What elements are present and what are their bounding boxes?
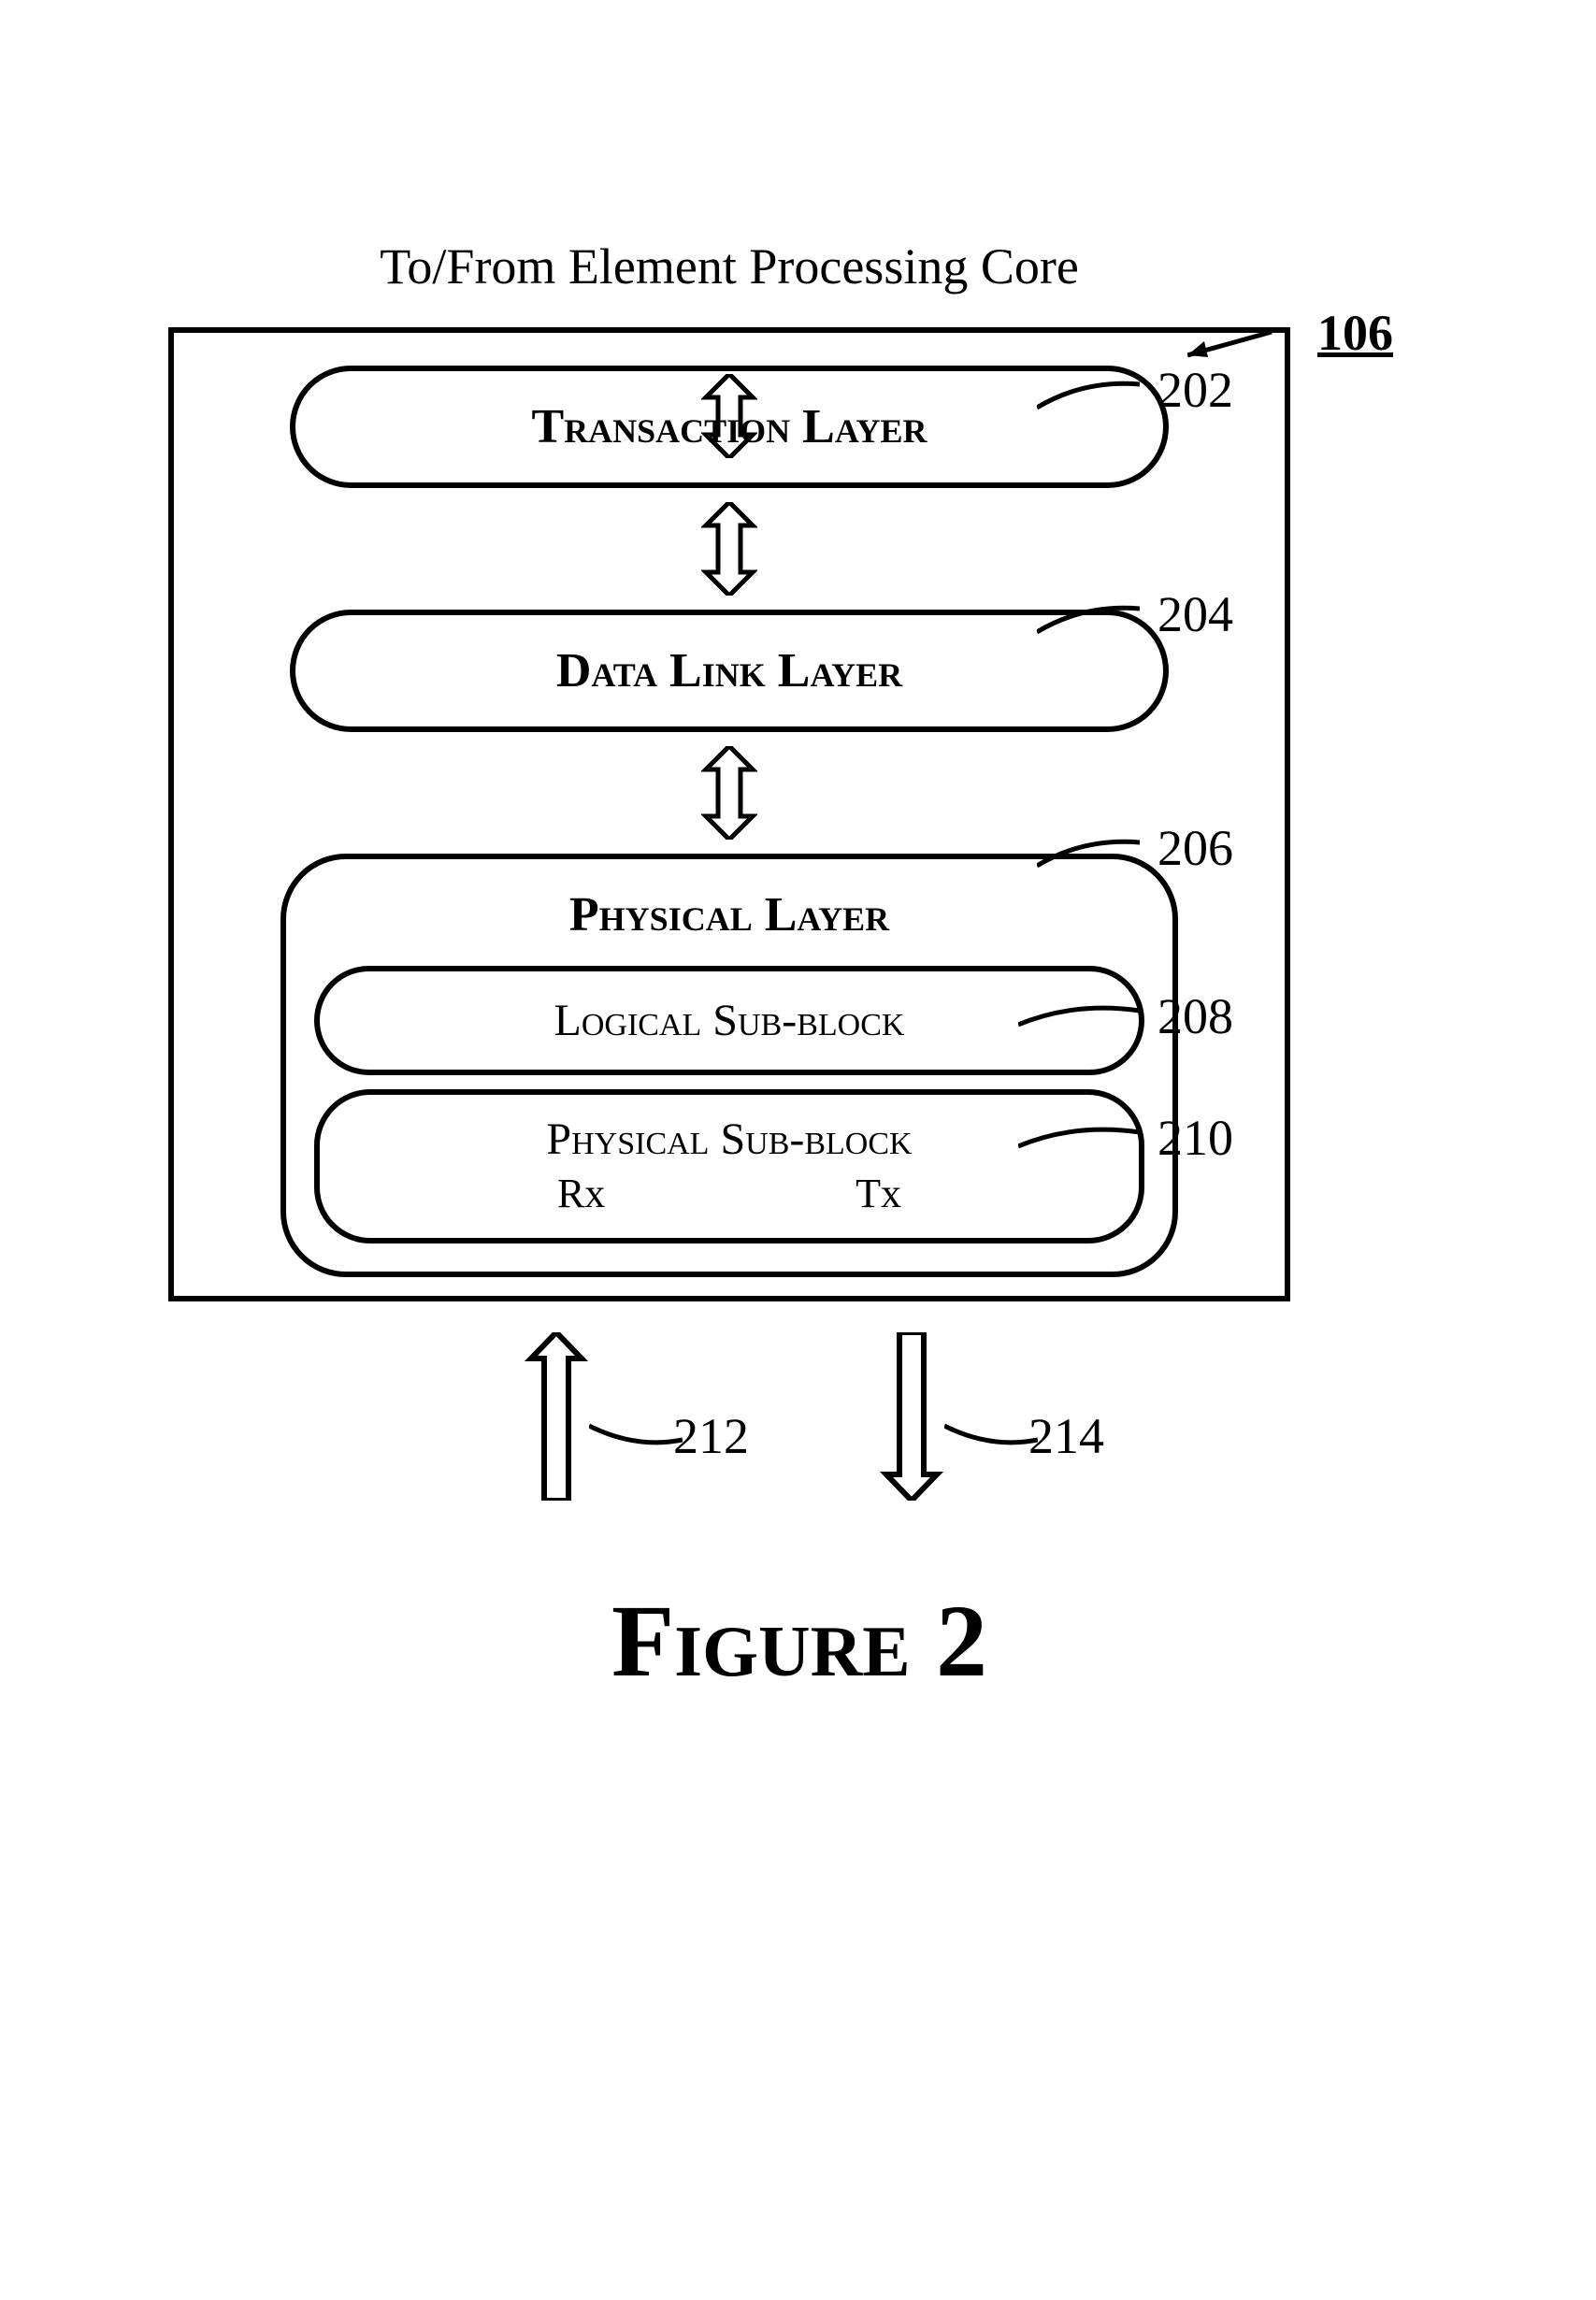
ref-208: 208	[1157, 987, 1233, 1045]
lead-210	[1018, 1118, 1140, 1156]
ref-214: 214	[1028, 1407, 1104, 1465]
physical-subblock-label: Physical Sub-block	[338, 1114, 1120, 1165]
arrow-trans-data	[701, 502, 757, 596]
logical-subblock-label: Logical Sub-block	[554, 996, 905, 1045]
ref-212: 212	[673, 1407, 749, 1465]
figure-caption: Figure 2	[168, 1582, 1431, 1701]
ref-202: 202	[1157, 361, 1233, 419]
physical-layer: Physical Layer Logical Sub-block Physica…	[280, 854, 1178, 1277]
lead-208	[1018, 997, 1140, 1034]
transaction-layer-label: Transaction Layer	[531, 400, 927, 453]
arrow-rx	[524, 1332, 589, 1501]
lead-202	[1037, 370, 1140, 417]
physical-layer-label: Physical Layer	[314, 887, 1144, 942]
diagram-container: To/From Element Processing Core 106 Tran…	[168, 234, 1431, 1701]
arrow-data-phys	[701, 746, 757, 840]
ref-210: 210	[1157, 1109, 1233, 1167]
datalink-layer-label: Data Link Layer	[556, 644, 902, 697]
arrow-tx	[879, 1332, 944, 1501]
ref-206: 206	[1157, 819, 1233, 877]
lead-204	[1037, 595, 1140, 641]
ref-204: 204	[1157, 585, 1233, 643]
rx-label: Rx	[557, 1170, 605, 1217]
lead-214	[944, 1421, 1038, 1459]
ref-106: 106	[1317, 304, 1393, 362]
top-label: To/From Element Processing Core	[355, 234, 1103, 299]
physical-subblock: Physical Sub-block Rx Tx	[314, 1089, 1144, 1243]
lead-212	[589, 1421, 683, 1459]
lead-206	[1037, 828, 1140, 875]
tx-label: Tx	[856, 1170, 901, 1217]
outer-box: Transaction Layer 202 Data Link Layer 20…	[168, 327, 1290, 1301]
